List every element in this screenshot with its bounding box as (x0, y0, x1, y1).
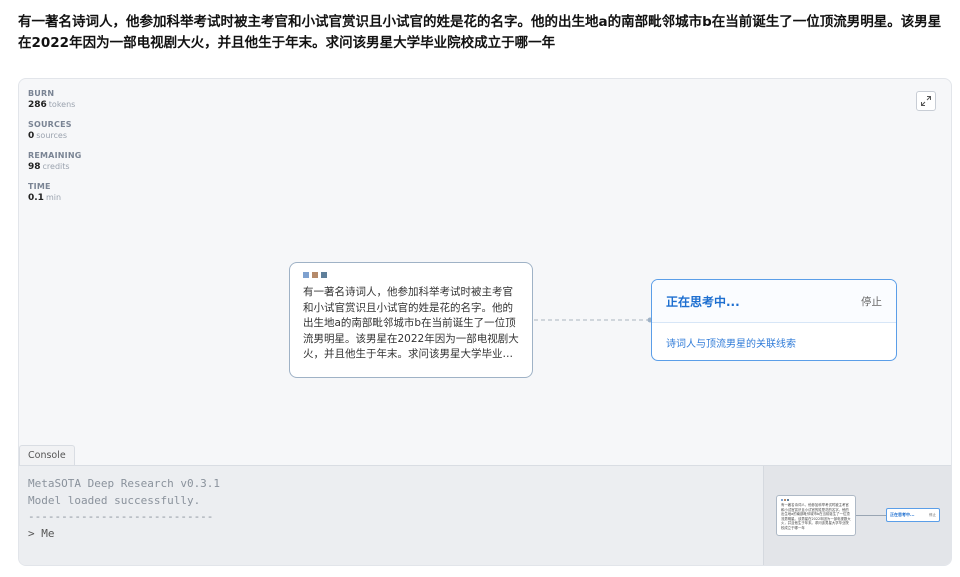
query-text: 有一著名诗词人，他参加科举考试时被主考官和小试官赏识且小试官的姓是花的名字。他的… (303, 286, 519, 360)
console-line: ---------------------------- (28, 510, 214, 523)
stat-unit: sources (36, 131, 67, 140)
minimap-query-node: 有一著名诗词人，他参加科举考试时被主考官和小试官赏识且小试官的姓是花的名字。他的… (776, 495, 856, 536)
dot (787, 499, 789, 501)
thinking-title: 正在思考中... (666, 294, 740, 309)
minimap[interactable]: 有一著名诗词人，他参加科举考试时被主考官和小试官赏识且小试官的姓是花的名字。他的… (763, 466, 951, 565)
dot (312, 272, 318, 278)
expand-button[interactable] (916, 91, 936, 111)
query-node[interactable]: 有一著名诗词人，他参加科举考试时被主考官和小试官赏识且小试官的姓是花的名字。他的… (289, 262, 533, 378)
stat-value: 286 (28, 100, 47, 110)
stat-time: TIME 0.1 min (28, 181, 82, 204)
dot (321, 272, 327, 278)
stat-value: 98 (28, 162, 41, 172)
question-text: 有一著名诗词人，他参加科举考试时被主考官和小试官赏识且小试官的姓是花的名字。他的… (18, 14, 942, 51)
stat-unit: min (45, 193, 62, 202)
stat-value: 0 (28, 131, 35, 141)
stat-label: BURN (28, 89, 55, 98)
stat-remaining: REMAINING 98 credits (28, 150, 82, 173)
minimap-stop-label: 停止 (929, 512, 936, 517)
dot (781, 499, 783, 501)
research-canvas: BURN 286 tokens SOURCES 0 sources REMAININ… (18, 78, 952, 566)
minimap-connector (856, 515, 886, 516)
tab-console[interactable]: Console (19, 445, 75, 466)
minimap-query-text: 有一著名诗词人，他参加科举考试时被主考官和小试官赏识且小试官的姓是花的名字。他的… (781, 503, 851, 530)
stat-label: REMAINING (28, 151, 82, 160)
stats-panel: BURN 286 tokens SOURCES 0 sources REMAININ… (28, 88, 82, 212)
node-connector (534, 317, 653, 323)
dot (303, 272, 309, 278)
expand-icon (921, 96, 931, 106)
console-output: MetaSOTA Deep Research v0.3.1 Model loade… (28, 476, 220, 542)
console-line: MetaSOTA Deep Research v0.3.1 (28, 477, 221, 490)
console-line: Model loaded successfully. (28, 493, 201, 507)
console-prompt[interactable]: > Me (28, 526, 220, 543)
minimap-thinking-title: 正在思考中... (890, 512, 915, 517)
stat-value: 0.1 (28, 193, 44, 203)
minimap-thinking-node: 正在思考中... 停止 (886, 508, 940, 522)
color-dots (303, 272, 519, 278)
console-panel: MetaSOTA Deep Research v0.3.1 Model loade… (19, 465, 951, 565)
stat-burn: BURN 286 tokens (28, 88, 82, 111)
stat-sources: SOURCES 0 sources (28, 119, 82, 142)
stat-label: SOURCES (28, 120, 72, 129)
thinking-node: 正在思考中... 停止 诗词人与顶流男星的关联线索 (651, 279, 897, 361)
stat-unit: credits (42, 162, 70, 171)
stop-button[interactable]: 停止 (861, 294, 882, 309)
stat-label: TIME (28, 182, 51, 191)
thinking-item[interactable]: 诗词人与顶流男星的关联线索 (652, 323, 896, 360)
dot (784, 499, 786, 501)
stat-unit: tokens (48, 100, 76, 109)
